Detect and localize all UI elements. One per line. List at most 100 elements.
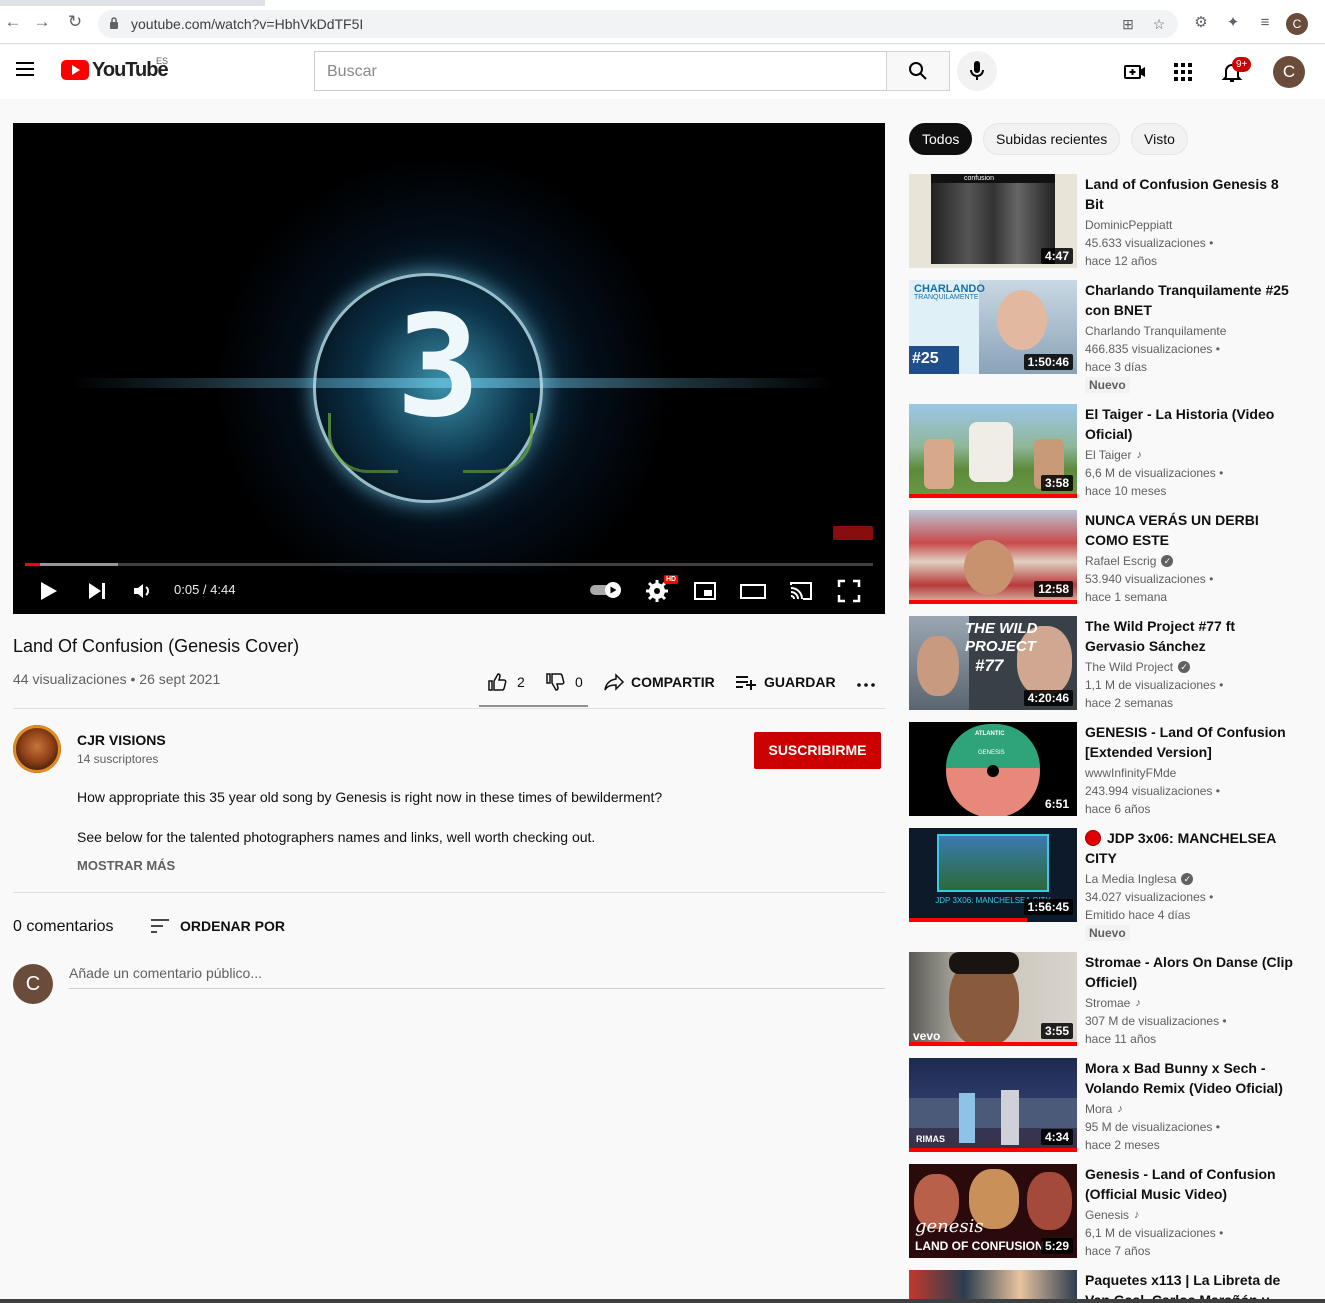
channel-avatar[interactable] [13, 725, 61, 773]
video-thumbnail[interactable]: vevo 3:55 [909, 952, 1077, 1046]
video-thumbnail[interactable]: RIMAS 4:34 [909, 1058, 1077, 1152]
chip-visto[interactable]: Visto [1131, 123, 1188, 155]
video-thumbnail[interactable] [909, 1270, 1077, 1299]
recommendation-channel[interactable]: Stromae ♪ [1085, 996, 1141, 1010]
chip-todos[interactable]: Todos [909, 123, 973, 155]
like-button[interactable]: 2 [487, 672, 525, 692]
description-line: How appropriate this 35 year old song by… [77, 789, 663, 805]
recommendation-item[interactable]: 12:58 NUNCA VERÁS UN DERBI COMO ESTE Raf… [909, 510, 1309, 604]
video-player[interactable]: 3 0:05 / 4:44 HD [13, 123, 885, 614]
more-actions-icon[interactable] [856, 675, 876, 695]
channel-name[interactable]: CJR VISIONS [77, 732, 166, 748]
sort-comments-button[interactable]: ORDENAR POR [150, 917, 285, 935]
add-comment-input[interactable]: Añade un comentario público... [69, 965, 885, 989]
recommendation-title[interactable]: Charlando Tranquilamente #25 con BNET [1085, 280, 1293, 320]
volume-icon[interactable] [129, 578, 155, 604]
back-arrow-icon[interactable]: ← [4, 13, 22, 31]
recommendation-item[interactable]: Paquetes x113 | La Libreta de Van Gaal, … [909, 1270, 1309, 1299]
video-thumbnail[interactable]: THE WILD PROJECT #77 4:20:46 [909, 616, 1077, 710]
browser-profile-avatar[interactable]: C [1286, 13, 1308, 35]
video-thumbnail[interactable]: ATLANTIC GENESIS 6:51 [909, 722, 1077, 816]
recommendation-channel[interactable]: DominicPeppiatt [1085, 218, 1172, 232]
extensions-puzzle-icon[interactable]: ✦ [1224, 14, 1242, 32]
recommendation-item[interactable]: 3:58 El Taiger - La Historia (Video Ofic… [909, 404, 1309, 498]
recommendation-views: 95 M de visualizaciones • [1085, 1120, 1220, 1134]
recommendation-title[interactable]: NUNCA VERÁS UN DERBI COMO ESTE [1085, 510, 1293, 550]
chip-subidas-recientes[interactable]: Subidas recientes [983, 123, 1121, 155]
install-app-icon[interactable]: ⊞ [1120, 16, 1136, 32]
recommendation-channel[interactable]: The Wild Project ✓ [1085, 660, 1191, 674]
account-avatar[interactable]: C [1273, 56, 1305, 88]
video-thumbnail[interactable]: CHARLANDO TRANQUILAMENTE #25 1:50:46 [909, 280, 1077, 374]
bookmark-star-icon[interactable]: ☆ [1151, 16, 1167, 32]
media-queue-icon[interactable]: ≡ [1256, 14, 1274, 32]
recommendation-title[interactable]: El Taiger - La Historia (Video Oficial) [1085, 404, 1293, 444]
channel-watermark[interactable] [833, 526, 873, 540]
create-video-icon[interactable] [1123, 60, 1147, 84]
recommendation-item[interactable]: vevo 3:55 Stromae - Alors On Danse (Clip… [909, 952, 1309, 1046]
subscribe-button[interactable]: SUSCRIBIRME [754, 732, 881, 769]
recommendation-title[interactable]: JDP 3x06: MANCHELSEA CITY [1085, 828, 1293, 868]
youtube-logo[interactable]: YouTube ES [61, 56, 169, 81]
search-input[interactable]: Buscar [314, 51, 887, 91]
progress-bar[interactable] [25, 563, 873, 566]
fullscreen-icon[interactable] [836, 578, 862, 604]
play-icon[interactable] [35, 578, 61, 604]
recommendation-views: 45.633 visualizaciones • [1085, 236, 1214, 250]
show-more-button[interactable]: MOSTRAR MÁS [77, 858, 175, 873]
channel-label: The Wild Project [1085, 660, 1174, 674]
recommendation-item[interactable]: confusion 4:47 Land of Confusion Genesis… [909, 174, 1309, 268]
recommendation-channel[interactable]: Mora ♪ [1085, 1102, 1123, 1116]
recommendation-channel[interactable]: Charlando Tranquilamente [1085, 324, 1226, 338]
recommendation-title[interactable]: Stromae - Alors On Danse (Clip Officiel) [1085, 952, 1293, 992]
next-video-icon[interactable] [84, 578, 110, 604]
new-badge: Nuevo [1085, 925, 1130, 941]
recommendation-channel[interactable]: La Media Inglesa ✓ [1085, 872, 1194, 886]
apps-grid-icon[interactable] [1171, 60, 1195, 84]
video-thumbnail[interactable]: 12:58 [909, 510, 1077, 604]
recommendation-item[interactable]: ATLANTIC GENESIS 6:51 GENESIS - Land Of … [909, 722, 1309, 816]
theater-mode-icon[interactable] [740, 578, 766, 604]
address-bar[interactable]: youtube.com/watch?v=HbhVkDdTF5I ⊞ ☆ [98, 10, 1178, 38]
recommendation-title[interactable]: Mora x Bad Bunny x Sech - Volando Remix … [1085, 1058, 1293, 1098]
recommendation-channel[interactable]: Rafael Escrig ✓ [1085, 554, 1174, 568]
search-button[interactable] [886, 51, 950, 91]
channel-label: wwwInfinityFMde [1085, 766, 1177, 780]
dislike-button[interactable]: 0 [545, 672, 583, 692]
video-thumbnail[interactable]: genesis LAND OF CONFUSION 5:29 [909, 1164, 1077, 1258]
video-duration: 3:58 [1040, 475, 1073, 491]
recommendation-channel[interactable]: Genesis ♪ [1085, 1208, 1140, 1222]
recommendation-title[interactable]: Land of Confusion Genesis 8 Bit [1085, 174, 1293, 214]
video-thumbnail[interactable]: JDP 3X06: MANCHELSEA CITY 1:56:45 [909, 828, 1077, 922]
recommendation-title[interactable]: Paquetes x113 | La Libreta de Van Gaal, … [1085, 1270, 1293, 1299]
recommendation-item[interactable]: genesis LAND OF CONFUSION 5:29 Genesis -… [909, 1164, 1309, 1258]
menu-icon[interactable] [16, 62, 34, 76]
recommendation-title[interactable]: The Wild Project #77 ft Gervasio Sánchez… [1085, 616, 1293, 656]
recommendation-item[interactable]: THE WILD PROJECT #77 4:20:46 The Wild Pr… [909, 616, 1309, 710]
active-tab[interactable] [265, 0, 1325, 6]
tab-strip [0, 0, 1325, 6]
recommendation-item[interactable]: CHARLANDO TRANQUILAMENTE #25 1:50:46 Cha… [909, 280, 1309, 393]
recommendation-title[interactable]: Genesis - Land of Confusion (Official Mu… [1085, 1164, 1293, 1204]
video-thumbnail[interactable]: confusion 4:47 [909, 174, 1077, 268]
reload-icon[interactable]: ↻ [66, 13, 84, 31]
recommendation-item[interactable]: RIMAS 4:34 Mora x Bad Bunny x Sech - Vol… [909, 1058, 1309, 1152]
recommendation-age: hace 12 años [1085, 254, 1158, 268]
miniplayer-icon[interactable] [692, 578, 718, 604]
recommendation-title[interactable]: GENESIS - Land Of Confusion [Extended Ve… [1085, 722, 1293, 762]
comment-count: 0 comentarios [13, 918, 114, 935]
save-button[interactable]: GUARDAR [734, 672, 836, 692]
video-duration: 6:51 [1040, 796, 1073, 812]
recommendation-age: hace 6 años [1085, 802, 1151, 816]
share-button[interactable]: COMPARTIR [603, 672, 715, 692]
recommendation-item[interactable]: JDP 3X06: MANCHELSEA CITY 1:56:45 JDP 3x… [909, 828, 1309, 941]
forward-arrow-icon[interactable]: → [33, 13, 51, 31]
thumbnail-text: genesis [915, 1216, 984, 1237]
voice-search-button[interactable] [957, 51, 997, 91]
extension-gear-icon[interactable]: ⚙ [1192, 14, 1210, 32]
autoplay-toggle[interactable] [589, 581, 623, 599]
recommendation-channel[interactable]: El Taiger ♪ [1085, 448, 1142, 462]
video-thumbnail[interactable]: 3:58 [909, 404, 1077, 498]
cast-icon[interactable] [788, 578, 814, 604]
recommendation-channel[interactable]: wwwInfinityFMde [1085, 766, 1176, 780]
